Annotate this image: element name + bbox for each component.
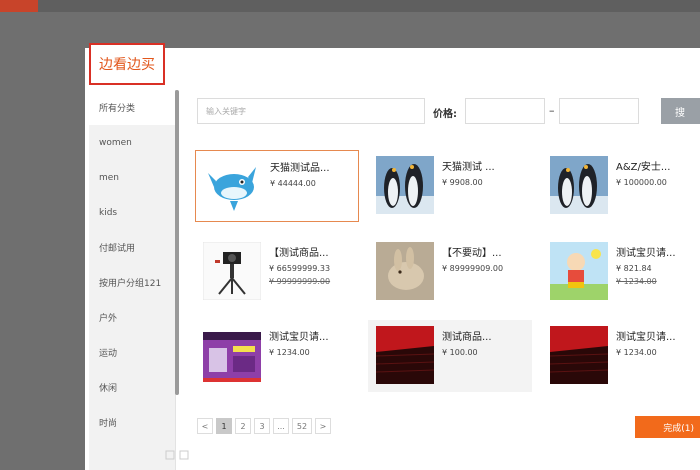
product-price: ¥ 1234.00 (616, 348, 657, 357)
brand-accent-block (0, 0, 38, 12)
product-title: 测试宝贝请... (269, 332, 329, 343)
product-price: ¥ 89999909.00 (442, 264, 504, 273)
product-title: 【不要动】... (442, 248, 502, 259)
price-range-dash: – (549, 104, 555, 117)
sidebar-item-leisure[interactable]: 休闲 (89, 370, 175, 405)
product-price: ¥ 100000.00 (616, 178, 667, 187)
penguins-thumbnail (550, 156, 608, 214)
price-label: 价格: (433, 109, 457, 120)
sidebar-scrollbar[interactable] (175, 90, 179, 395)
product-price: ¥ 44444.00 (270, 179, 316, 188)
product-card[interactable]: 测试商品... ¥ 100.00 (368, 320, 532, 392)
product-price: ¥ 9908.00 (442, 178, 483, 187)
pagination-ellipsis: ... (273, 418, 289, 434)
sidebar-item-men[interactable]: men (89, 160, 175, 195)
product-title: 天猫测试 ... (442, 162, 495, 173)
sidebar-item-fashion[interactable]: 时尚 (89, 405, 175, 440)
purple-banner-thumbnail (203, 326, 261, 384)
product-title: 天猫测试品... (270, 163, 330, 174)
product-title: 测试商品... (442, 332, 492, 343)
page-top-bar (0, 0, 700, 12)
product-original-price: ¥ 1234.00 (616, 277, 657, 286)
tripod-camera-thumbnail (203, 242, 261, 300)
product-card[interactable]: 测试宝贝请... ¥ 1234.00 (195, 320, 359, 392)
sidebar-item-kids[interactable]: kids (89, 195, 175, 230)
product-card[interactable]: 【测试商品... ¥ 66599999.33 ¥ 99999999.00 (195, 236, 359, 308)
product-card[interactable]: 天猫测试 ... ¥ 9908.00 (368, 150, 532, 222)
price-min-input[interactable] (465, 98, 545, 124)
dolphin-thumbnail (204, 157, 262, 215)
product-title: 测试宝贝请... (616, 248, 676, 259)
product-card[interactable]: 测试宝贝请... ¥ 1234.00 (542, 320, 700, 392)
product-title: 【测试商品... (269, 248, 329, 259)
red-stage-thumbnail (550, 326, 608, 384)
product-original-price: ¥ 99999999.00 (269, 277, 331, 286)
product-card[interactable]: 【不要动】... ¥ 89999909.00 (368, 236, 532, 308)
pagination-page-2[interactable]: 2 (235, 418, 251, 434)
sidebar-item-user-group[interactable]: 按用户分组121 (89, 265, 175, 300)
sidebar-item-women[interactable]: women (89, 125, 175, 160)
product-price: ¥ 66599999.33 (269, 264, 331, 273)
penguins-thumbnail (376, 156, 434, 214)
pagination-page-last[interactable]: 52 (292, 418, 312, 434)
product-title: A&Z/安士... (616, 162, 671, 173)
pagination-page-3[interactable]: 3 (254, 418, 270, 434)
done-button[interactable]: 完成(1) (635, 416, 700, 438)
product-content: 输入关键字 价格: – 搜 天猫测试品... ¥ 44444.00 天猫测试 .… (185, 48, 700, 470)
cartoon-boy-thumbnail (550, 242, 608, 300)
red-stage-thumbnail (376, 326, 434, 384)
pagination-prev[interactable]: < (197, 418, 213, 434)
pagination-next[interactable]: > (315, 418, 331, 434)
category-sidebar: 所有分类 women men kids 付邮试用 按用户分组121 户外 运动 … (89, 90, 176, 470)
product-card[interactable]: A&Z/安士... ¥ 100000.00 (542, 150, 700, 222)
background-toolbar-icons (165, 449, 193, 464)
product-picker-modal: 边看边买 所有分类 women men kids 付邮试用 按用户分组121 户… (85, 43, 700, 470)
price-max-input[interactable] (559, 98, 639, 124)
sidebar-item-sports[interactable]: 运动 (89, 335, 175, 370)
search-button[interactable]: 搜 (661, 98, 700, 124)
sidebar-item-outdoor[interactable]: 户外 (89, 300, 175, 335)
modal-title: 边看边买 (89, 43, 165, 85)
keyword-search-input[interactable]: 输入关键字 (197, 98, 425, 124)
bunny-thumbnail (376, 242, 434, 300)
product-price: ¥ 821.84 (616, 264, 652, 273)
product-title: 测试宝贝请... (616, 332, 676, 343)
pagination: < 1 2 3 ... 52 > (197, 418, 331, 434)
sidebar-item-trial[interactable]: 付邮试用 (89, 230, 175, 265)
product-card[interactable]: 天猫测试品... ¥ 44444.00 (195, 150, 359, 222)
pagination-page-1[interactable]: 1 (216, 418, 232, 434)
sidebar-item-all[interactable]: 所有分类 (89, 90, 175, 125)
product-price: ¥ 100.00 (442, 348, 478, 357)
product-price: ¥ 1234.00 (269, 348, 310, 357)
product-card[interactable]: 测试宝贝请... ¥ 821.84 ¥ 1234.00 (542, 236, 700, 308)
